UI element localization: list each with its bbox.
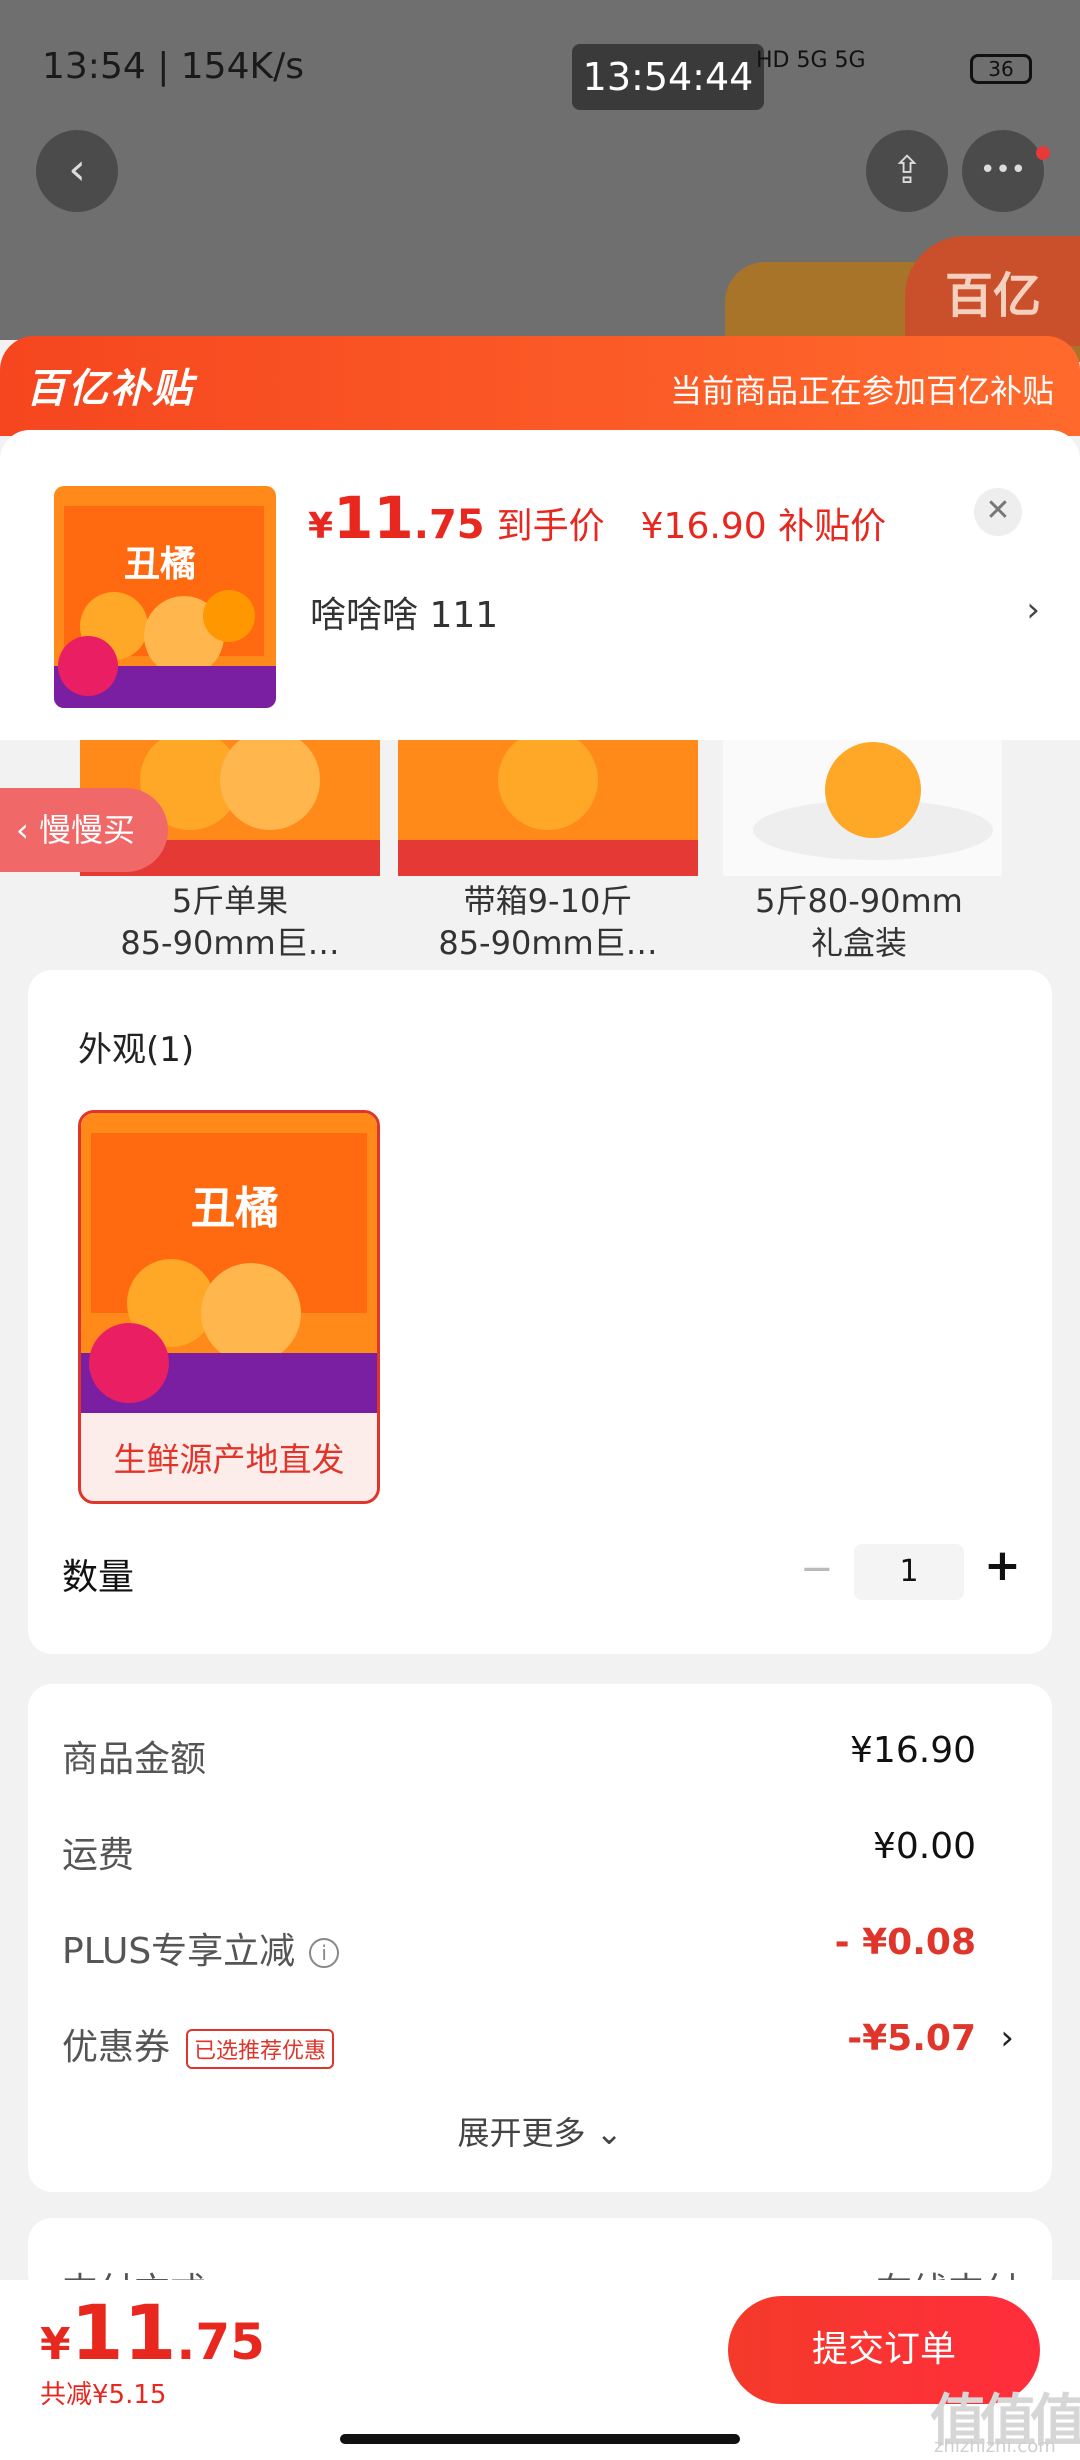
product-thumbnail: 丑橘 xyxy=(54,486,276,708)
appearance-option-label: 生鲜源产地直发 xyxy=(113,1440,345,1479)
svg-text:丑橘: 丑橘 xyxy=(191,1183,279,1234)
spec-option-label: 5斤80-90mm 礼盒装 xyxy=(755,882,963,962)
header-price-currency: ¥ xyxy=(308,506,334,547)
home-indicator[interactable] xyxy=(340,2434,740,2444)
total-currency: ¥ xyxy=(40,2319,71,2370)
more-button[interactable]: ••• xyxy=(962,130,1044,212)
expand-more-button[interactable]: 展开更多 ⌄ xyxy=(0,2108,1080,2154)
spec-option[interactable]: 5斤80-90mm 礼盒装 xyxy=(716,740,1002,970)
chevron-right-icon[interactable]: › xyxy=(1026,590,1040,630)
expand-more-label: 展开更多 xyxy=(457,2114,586,2152)
coupon-value: -¥5.07 xyxy=(847,2018,976,2059)
appearance-option-image: 丑橘 xyxy=(81,1113,377,1413)
appearance-option-selected[interactable]: 丑橘 生鲜源产地直发 xyxy=(78,1110,380,1504)
spec-option-label: 5斤单果 85-90mm巨… xyxy=(120,882,340,962)
header-price-dec: .75 xyxy=(413,502,485,548)
notification-dot xyxy=(1036,146,1050,160)
total-saved: 共减¥5.15 xyxy=(40,2380,167,2410)
selected-spec[interactable]: 啥啥啥 111 xyxy=(310,586,498,638)
close-button[interactable]: ✕ xyxy=(974,488,1022,536)
spec-option[interactable]: 带箱9-10斤 85-90mm巨… xyxy=(398,740,698,970)
svg-text:丑橘: 丑橘 xyxy=(124,544,196,585)
appearance-title: 外观(1) xyxy=(78,1030,195,1070)
price-tracker-tag[interactable]: ‹ 慢慢买 xyxy=(0,788,168,872)
goods-amount-label: 商品金额 xyxy=(62,1739,207,1780)
plus-discount-value: - ¥0.08 xyxy=(834,1922,976,1963)
plus-discount-row: PLUS专享立减 i xyxy=(62,1922,340,1974)
header-price-label: 到手价 xyxy=(496,506,605,547)
shipping-value: ¥0.00 xyxy=(872,1826,976,1867)
status-bar: 13:54 | 154K/s 13:54:44 HD 5G 5G 36 xyxy=(0,0,1080,140)
subsidy-price: ¥16.90 补贴价 xyxy=(640,506,887,547)
spec-option-image xyxy=(398,740,698,876)
coupon-label: 优惠券 xyxy=(62,2027,171,2068)
quantity-input[interactable]: 1 xyxy=(854,1544,964,1600)
total-int: 11 xyxy=(70,2288,177,2377)
chevron-right-icon[interactable]: › xyxy=(1000,2018,1014,2058)
subsidy-banner: 百亿补贴 当前商品正在参加百亿补贴 xyxy=(0,336,1080,436)
status-clock: 13:54:44 xyxy=(572,44,764,110)
share-button[interactable]: ⇪ xyxy=(866,130,948,212)
spec-option-label: 带箱9-10斤 85-90mm巨… xyxy=(438,882,658,962)
goods-amount-value: ¥16.90 xyxy=(850,1730,976,1771)
total-dec: .75 xyxy=(176,2313,265,2371)
spec-option-image xyxy=(723,740,1002,876)
coupon-row[interactable]: 优惠券 已选推荐优惠 xyxy=(62,2018,335,2070)
total-price: ¥ 11 .75 xyxy=(40,2288,265,2377)
battery-icon: 36 xyxy=(970,54,1032,84)
chevron-down-icon: ⌄ xyxy=(595,2114,623,2152)
quantity-label: 数量 xyxy=(62,1557,135,1598)
signal-icon: HD 5G 5G xyxy=(756,48,866,73)
quantity-increase-button[interactable]: + xyxy=(984,1540,1021,1591)
watermark-url: zhizhizhi.com xyxy=(934,2436,1056,2457)
subsidy-logo: 百亿补贴 xyxy=(26,366,194,412)
info-icon[interactable]: i xyxy=(309,1938,340,1968)
coupon-tag: 已选推荐优惠 xyxy=(186,2029,335,2069)
status-time: 13:54 | 154K/s xyxy=(42,46,304,87)
back-button[interactable]: ‹ xyxy=(36,130,118,212)
header-price-int: 11 xyxy=(333,484,414,552)
background-subsidy-badge: 百亿 xyxy=(905,236,1080,346)
quantity-decrease-button[interactable]: − xyxy=(800,1546,834,1592)
price-tracker-label: 慢慢买 xyxy=(38,811,135,849)
shipping-label: 运费 xyxy=(62,1835,135,1876)
subsidy-note: 当前商品正在参加百亿补贴 xyxy=(669,372,1054,410)
header-price: ¥ 11 .75 到手价 ¥16.90 补贴价 xyxy=(308,484,886,552)
plus-discount-label: PLUS专享立减 xyxy=(62,1931,296,1972)
